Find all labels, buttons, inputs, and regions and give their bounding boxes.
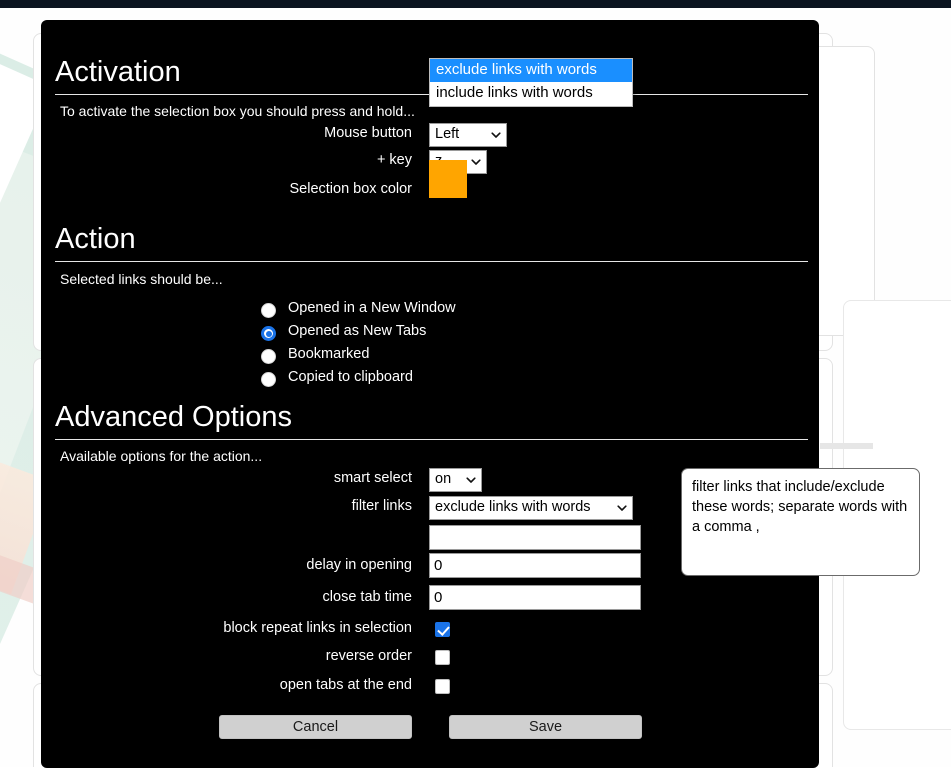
dropdown-option-exclude[interactable]: exclude links with words	[430, 59, 632, 82]
block-repeat-links-checkbox[interactable]	[435, 622, 450, 637]
section-divider-advanced-options	[55, 439, 808, 440]
radio-label: Copied to clipboard	[288, 369, 413, 385]
filter-words-input[interactable]	[429, 525, 641, 550]
radio-indicator	[261, 372, 276, 387]
chevron-down-icon	[466, 475, 476, 485]
radio-label: Opened in a New Window	[288, 300, 456, 316]
open-tabs-at-end-label: open tabs at the end	[52, 677, 412, 693]
section-title-activation: Activation	[55, 58, 181, 87]
section-subtitle-action: Selected links should be...	[60, 271, 223, 287]
close-tab-time-label: close tab time	[52, 589, 412, 605]
background-divider	[845, 443, 873, 449]
reverse-order-label: reverse order	[52, 648, 412, 664]
section-subtitle-activation: To activate the selection box you should…	[60, 103, 415, 119]
reverse-order-checkbox[interactable]	[435, 650, 450, 665]
filter-links-tooltip: filter links that include/exclude these …	[681, 468, 920, 576]
section-divider-action	[55, 261, 808, 262]
open-tabs-at-end-checkbox[interactable]	[435, 679, 450, 694]
section-subtitle-advanced-options: Available options for the action...	[60, 448, 262, 464]
key-label: + key	[52, 152, 412, 168]
block-repeat-links-label: block repeat links in selection	[52, 620, 412, 636]
cancel-button[interactable]: Cancel	[219, 715, 412, 739]
radio-indicator	[261, 349, 276, 364]
radio-label: Bookmarked	[288, 346, 369, 362]
smart-select-value: on	[435, 471, 451, 487]
selection-box-color-swatch[interactable]	[429, 160, 467, 198]
browser-top-strip	[0, 0, 951, 8]
mouse-button-label: Mouse button	[52, 125, 412, 141]
smart-select-label: smart select	[52, 470, 412, 486]
delay-in-opening-label: delay in opening	[52, 557, 412, 573]
radio-indicator	[261, 326, 276, 341]
chevron-down-icon	[617, 503, 627, 513]
save-button[interactable]: Save	[449, 715, 642, 739]
section-title-action: Action	[55, 225, 136, 254]
selection-box-color-label: Selection box color	[52, 181, 412, 197]
dropdown-option-include[interactable]: include links with words	[430, 82, 632, 105]
filter-links-value: exclude links with words	[435, 499, 591, 515]
radio-indicator	[261, 303, 276, 318]
smart-select-select[interactable]: on	[429, 468, 482, 492]
section-title-advanced-options: Advanced Options	[55, 403, 292, 432]
options-dialog: Activation To activate the selection box…	[41, 20, 819, 768]
filter-links-select[interactable]: exclude links with words	[429, 496, 633, 520]
mouse-button-select[interactable]: Left	[429, 123, 507, 147]
chevron-down-icon	[471, 157, 481, 167]
mouse-button-value: Left	[435, 126, 459, 142]
delay-in-opening-input[interactable]	[429, 553, 641, 578]
radio-label: Opened as New Tabs	[288, 323, 426, 339]
close-tab-time-input[interactable]	[429, 585, 641, 610]
filter-links-label: filter links	[52, 498, 412, 514]
filter-links-dropdown-list[interactable]: exclude links with words include links w…	[429, 58, 633, 107]
chevron-down-icon	[491, 130, 501, 140]
